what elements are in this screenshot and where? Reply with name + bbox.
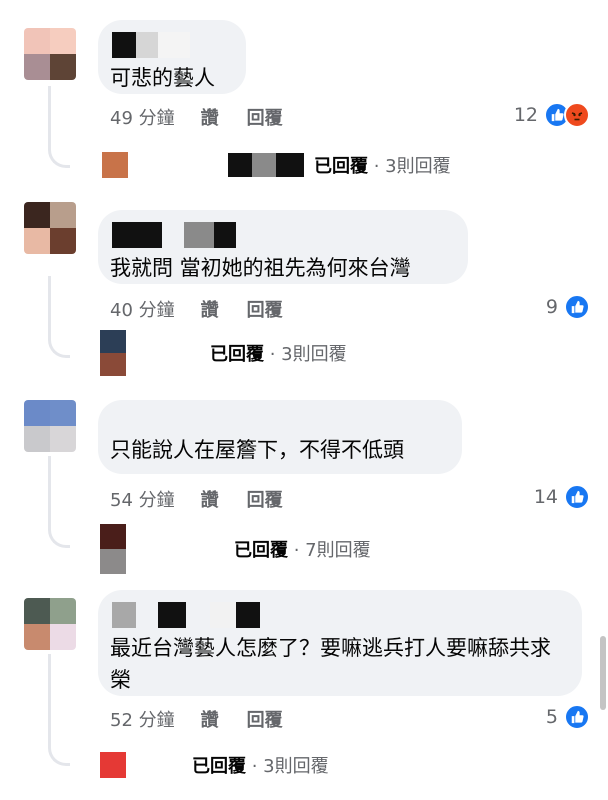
comment-text: 只能說人在屋簷下，不得不低頭	[110, 438, 404, 462]
replies-label: 已回覆 · 3則回覆	[192, 756, 329, 777]
reply-button[interactable]: 回覆	[247, 706, 283, 732]
reply-author-redacted	[228, 153, 304, 177]
comment-meta: 52 分鐘 讚 回覆	[110, 706, 311, 732]
thread-line	[48, 654, 70, 766]
reply-avatar	[100, 330, 126, 376]
like-icon	[564, 704, 590, 730]
like-button[interactable]: 讚	[201, 296, 219, 322]
reply-button[interactable]: 回覆	[247, 486, 283, 512]
like-button[interactable]: 讚	[201, 104, 219, 130]
replies-label: 已回覆 · 7則回覆	[234, 540, 371, 561]
comment-time[interactable]: 40 分鐘	[110, 296, 175, 322]
reactions-summary[interactable]: 9	[546, 294, 590, 320]
like-icon	[564, 484, 590, 510]
reactions-summary[interactable]: 5	[546, 704, 590, 730]
comment-text: 最近台灣藝人怎麼了？要嘛逃兵打人要嘛舔共求榮	[110, 636, 551, 692]
thread-line	[48, 456, 70, 548]
replies-label: 已回覆 · 3則回覆	[210, 344, 347, 365]
comment-time[interactable]: 49 分鐘	[110, 104, 175, 130]
reply-avatar	[100, 524, 126, 574]
comment-bubble: 可悲的藝人	[98, 20, 246, 94]
thread-line	[48, 86, 70, 168]
comment-meta: 49 分鐘 讚 回覆	[110, 104, 311, 130]
reply-button[interactable]: 回覆	[247, 104, 283, 130]
comment-time[interactable]: 52 分鐘	[110, 706, 175, 732]
author-name-redacted[interactable]	[110, 602, 568, 628]
like-button[interactable]: 讚	[201, 706, 219, 732]
reply-avatar	[100, 752, 126, 778]
author-name-redacted[interactable]	[110, 32, 232, 58]
avatar[interactable]	[24, 28, 76, 80]
comment-meta: 54 分鐘 讚 回覆	[110, 486, 311, 512]
comment-bubble: 最近台灣藝人怎麼了？要嘛逃兵打人要嘛舔共求榮	[98, 590, 582, 696]
reaction-count: 5	[545, 706, 558, 728]
like-icon	[564, 294, 590, 320]
view-replies[interactable]: 已回覆 · 3則回覆	[102, 152, 451, 178]
like-button[interactable]: 讚	[201, 486, 219, 512]
reactions-summary[interactable]: 12	[514, 102, 590, 128]
view-replies[interactable]: 已回覆 · 3則回覆	[100, 752, 329, 778]
avatar[interactable]	[24, 202, 76, 254]
comment-text: 可悲的藝人	[110, 66, 215, 90]
view-replies[interactable]: 已回覆 · 7則回覆	[100, 524, 371, 574]
avatar[interactable]	[24, 598, 76, 650]
reply-avatar	[102, 152, 128, 178]
comment-meta: 40 分鐘 讚 回覆	[110, 296, 311, 322]
comment-text: 我就問 當初她的祖先為何來台灣	[110, 256, 411, 280]
replies-label: 已回覆 · 3則回覆	[314, 156, 451, 177]
reaction-count: 9	[545, 296, 558, 318]
comment-time[interactable]: 54 分鐘	[110, 486, 175, 512]
angry-icon	[564, 102, 590, 128]
comment-bubble: 我就問 當初她的祖先為何來台灣	[98, 210, 468, 284]
author-name-redacted[interactable]	[110, 222, 454, 248]
scrollbar[interactable]	[600, 636, 606, 710]
reaction-count: 12	[513, 104, 538, 126]
avatar[interactable]	[24, 400, 76, 452]
comment-bubble: 只能說人在屋簷下，不得不低頭	[98, 400, 462, 474]
reply-button[interactable]: 回覆	[247, 296, 283, 322]
view-replies[interactable]: 已回覆 · 3則回覆	[100, 330, 347, 376]
reactions-summary[interactable]: 14	[534, 484, 590, 510]
thread-line	[48, 276, 70, 358]
reaction-count: 14	[533, 486, 558, 508]
